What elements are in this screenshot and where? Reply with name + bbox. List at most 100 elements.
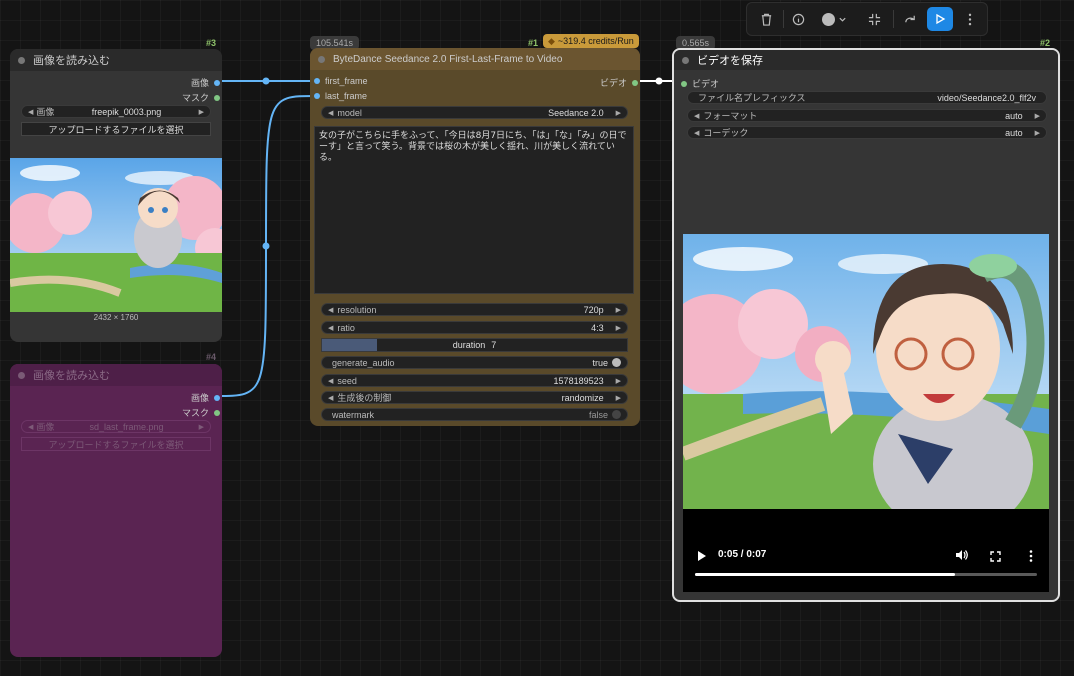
info-icon[interactable] bbox=[785, 7, 811, 31]
arrow-right-icon[interactable]: ▶ bbox=[1035, 129, 1040, 137]
video-frame bbox=[683, 234, 1049, 509]
play-icon[interactable] bbox=[927, 7, 953, 31]
input-socket-icon[interactable] bbox=[314, 78, 320, 84]
seed-number[interactable]: ◀ seed 1578189523 ▶ bbox=[321, 374, 628, 387]
input-label: last_frame bbox=[325, 91, 368, 101]
model-combo[interactable]: ◀ model Seedance 2.0 ▶ bbox=[321, 106, 628, 119]
output-socket-icon[interactable] bbox=[214, 394, 220, 401]
ratio-combo[interactable]: ◀ ratio 4:3 ▶ bbox=[321, 321, 628, 334]
duration-slider[interactable]: duration 7 bbox=[321, 338, 628, 352]
collapse-dot-icon[interactable] bbox=[18, 56, 25, 64]
collapse-dot-icon[interactable] bbox=[682, 56, 689, 64]
codec-combo[interactable]: ◀ コーデック auto ▶ bbox=[687, 126, 1047, 139]
node-id: #4 bbox=[206, 352, 217, 362]
watermark-toggle[interactable]: watermark false bbox=[321, 408, 628, 421]
generate-audio-toggle[interactable]: generate_audio true bbox=[321, 356, 628, 369]
arrow-right-icon[interactable]: ▶ bbox=[199, 423, 204, 431]
widget-label: 生成後の制御 bbox=[337, 393, 392, 403]
filename-prefix-field[interactable]: ファイル名プレフィックス video/Seedance2.0_flf2v bbox=[687, 91, 1047, 104]
node-title-bar[interactable]: 画像を読み込む bbox=[10, 364, 222, 386]
image-combo[interactable]: ◀ 画像 freepik_0003.png ▶ bbox=[21, 105, 211, 118]
input-last-frame[interactable]: last_frame bbox=[314, 91, 367, 101]
prompt-textarea[interactable]: 女の子がこちらに手をふって、「今日は8月7日にち、「は」「な」「み」の日でーす」… bbox=[314, 126, 634, 294]
output-label: ビデオ bbox=[599, 78, 627, 88]
collapse-dot-icon[interactable] bbox=[318, 55, 325, 63]
node-id: #1 bbox=[528, 38, 539, 48]
node-title: ビデオを保存 bbox=[697, 55, 763, 67]
load-image-node[interactable]: 画像を読み込む 画像 マスク ◀ 画像 freepik_0003.png ▶ ア… bbox=[10, 49, 222, 342]
widget-label: resolution bbox=[337, 304, 377, 315]
link-midpoint bbox=[262, 242, 270, 250]
arrow-right-icon[interactable]: ▶ bbox=[616, 394, 621, 402]
widget-label: model bbox=[337, 107, 362, 118]
output-mask[interactable]: マスク bbox=[182, 406, 220, 419]
chevron-down-icon bbox=[838, 17, 846, 22]
output-video[interactable]: ビデオ bbox=[600, 76, 638, 89]
seedance-video-node[interactable]: ByteDance Seedance 2.0 First-Last-Frame … bbox=[310, 48, 640, 426]
more-vertical-icon[interactable] bbox=[1029, 549, 1033, 567]
video-player[interactable]: 0:05 / 0:07 bbox=[683, 234, 1049, 592]
widget-label: 画像 bbox=[36, 422, 55, 432]
arrow-left-icon[interactable]: ◀ bbox=[328, 306, 333, 314]
collapse-icon[interactable] bbox=[861, 7, 887, 31]
arrow-left-icon[interactable]: ◀ bbox=[694, 129, 699, 137]
arrow-right-icon[interactable]: ▶ bbox=[1035, 112, 1040, 120]
input-label: first_frame bbox=[325, 76, 368, 86]
upload-button[interactable]: アップロードするファイルを選択 bbox=[21, 437, 211, 451]
arrow-left-icon[interactable]: ◀ bbox=[328, 324, 333, 332]
input-socket-icon[interactable] bbox=[681, 80, 687, 87]
widget-value: 1578189523 bbox=[553, 375, 604, 386]
arrow-right-icon[interactable]: ▶ bbox=[616, 306, 621, 314]
fullscreen-icon[interactable] bbox=[990, 549, 1001, 567]
format-combo[interactable]: ◀ フォーマット auto ▶ bbox=[687, 109, 1047, 122]
node-title-bar[interactable]: ビデオを保存 bbox=[674, 50, 1058, 70]
node-title-bar[interactable]: 画像を読み込む bbox=[10, 49, 222, 71]
widget-label: duration bbox=[452, 340, 486, 350]
resolution-combo[interactable]: ◀ resolution 720p ▶ bbox=[321, 303, 628, 316]
node-id: #2 bbox=[1040, 38, 1051, 48]
image-combo[interactable]: ◀ 画像 sd_last_frame.png ▶ bbox=[21, 420, 211, 433]
output-mask[interactable]: マスク bbox=[182, 91, 220, 104]
toggle-on-icon bbox=[612, 358, 621, 367]
arrow-left-icon[interactable]: ◀ bbox=[328, 109, 333, 117]
control-after-generate-combo[interactable]: ◀ 生成後の制御 randomize ▶ bbox=[321, 391, 628, 404]
output-socket-icon[interactable] bbox=[214, 94, 220, 101]
input-video[interactable]: ビデオ bbox=[681, 77, 719, 90]
arrow-right-icon[interactable]: ▶ bbox=[199, 108, 204, 116]
play-icon[interactable] bbox=[697, 549, 707, 567]
arrow-right-icon[interactable]: ▶ bbox=[616, 324, 621, 332]
output-label: マスク bbox=[181, 93, 209, 103]
arrow-left-icon[interactable]: ◀ bbox=[694, 112, 699, 120]
volume-icon[interactable] bbox=[955, 548, 968, 566]
link-midpoint bbox=[655, 77, 663, 85]
widget-value: 7 bbox=[491, 340, 497, 350]
color-picker-button[interactable] bbox=[817, 7, 851, 31]
more-vertical-icon[interactable] bbox=[957, 7, 983, 31]
input-socket-icon[interactable] bbox=[314, 93, 320, 99]
node-title-bar[interactable]: ByteDance Seedance 2.0 First-Last-Frame … bbox=[310, 48, 640, 70]
output-socket-icon[interactable] bbox=[632, 79, 638, 86]
widget-label: watermark bbox=[332, 409, 375, 420]
output-socket-icon[interactable] bbox=[214, 79, 220, 86]
image-dimensions: 2432 × 1760 bbox=[93, 313, 139, 322]
collapse-dot-icon[interactable] bbox=[18, 371, 25, 379]
load-image-node-bypassed[interactable]: 画像を読み込む 画像 マスク ◀ 画像 sd_last_frame.png ▶ … bbox=[10, 364, 222, 657]
video-progress-track[interactable] bbox=[695, 573, 1037, 576]
arrow-left-icon[interactable]: ◀ bbox=[328, 377, 333, 385]
output-socket-icon[interactable] bbox=[214, 409, 220, 416]
input-first-frame[interactable]: first_frame bbox=[314, 76, 368, 86]
arrow-right-icon[interactable]: ▶ bbox=[616, 109, 621, 117]
canvas-selection-toolbar bbox=[746, 2, 988, 36]
output-label: マスク bbox=[181, 408, 209, 418]
trash-icon[interactable] bbox=[753, 7, 779, 31]
arrow-left-icon[interactable]: ◀ bbox=[28, 423, 33, 431]
output-image[interactable]: 画像 bbox=[191, 76, 220, 89]
widget-value: randomize bbox=[561, 392, 604, 403]
upload-button[interactable]: アップロードするファイルを選択 bbox=[21, 122, 211, 136]
arrow-right-icon[interactable]: ▶ bbox=[616, 377, 621, 385]
save-video-node[interactable]: ビデオを保存 ビデオ ファイル名プレフィックス video/Seedance2.… bbox=[672, 48, 1060, 602]
arrow-left-icon[interactable]: ◀ bbox=[328, 394, 333, 402]
redo-icon[interactable] bbox=[897, 7, 923, 31]
arrow-left-icon[interactable]: ◀ bbox=[28, 108, 33, 116]
output-image[interactable]: 画像 bbox=[191, 391, 220, 404]
